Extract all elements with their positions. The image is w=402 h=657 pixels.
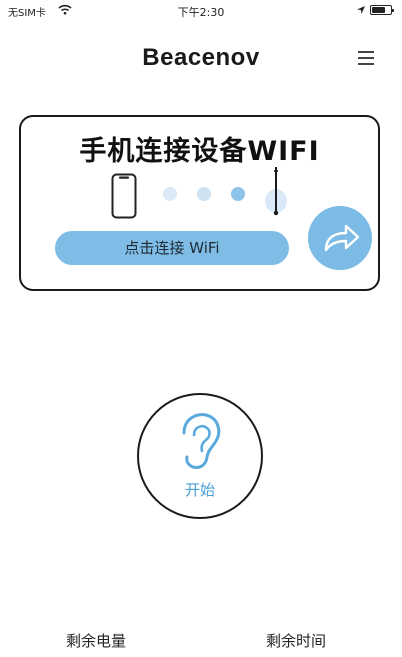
battery-icon — [370, 5, 394, 15]
share-arrow-button[interactable] — [308, 206, 372, 270]
menu-button[interactable] — [356, 48, 376, 68]
phone-icon — [111, 173, 137, 219]
start-button[interactable]: 开始 — [137, 393, 263, 519]
menu-line — [358, 51, 374, 53]
location-icon — [357, 6, 365, 14]
device-icon — [265, 167, 287, 216]
menu-line — [358, 63, 374, 65]
card-title: 手机连接设备WIFI — [79, 136, 320, 167]
remaining-battery-label: 剩余电量 — [66, 632, 127, 650]
connect-wifi-button[interactable]: 点击连接 WiFi — [55, 231, 289, 265]
app-title: Beacenov — [142, 44, 260, 71]
progress-dot — [163, 187, 177, 201]
start-label: 开始 — [184, 481, 215, 499]
remaining-time-label: 剩余时间 — [266, 632, 327, 650]
share-arrow-icon — [324, 224, 360, 252]
progress-dots — [161, 187, 251, 203]
progress-dot — [197, 187, 211, 201]
status-bar: 无SIM卡 下午2:30 — [0, 0, 402, 22]
ear-icon — [182, 413, 221, 469]
status-time: 下午2:30 — [177, 6, 225, 19]
menu-line — [358, 57, 374, 59]
progress-dot — [231, 187, 245, 201]
